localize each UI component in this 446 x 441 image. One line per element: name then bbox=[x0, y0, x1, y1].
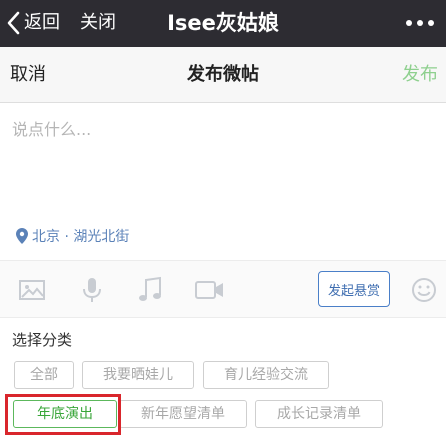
category-tag-all[interactable]: 全部 bbox=[14, 361, 74, 389]
microphone-icon[interactable] bbox=[78, 276, 106, 304]
more-dot bbox=[406, 20, 412, 26]
image-icon[interactable] bbox=[18, 276, 46, 304]
back-button[interactable]: 返回 bbox=[6, 9, 60, 37]
emoji-icon[interactable] bbox=[410, 276, 438, 304]
more-dot bbox=[428, 20, 434, 26]
category-tag-growth-record[interactable]: 成长记录清单 bbox=[255, 400, 383, 428]
category-tag-baby-photos[interactable]: 我要晒娃儿 bbox=[82, 361, 194, 389]
page-title: Isee灰姑娘 bbox=[167, 11, 279, 35]
location-pin-icon bbox=[16, 228, 28, 244]
start-bounty-button[interactable]: 发起悬赏 bbox=[318, 271, 390, 307]
chevron-left-icon bbox=[7, 11, 20, 35]
location-label: 北京 · 湖光北街 bbox=[32, 229, 130, 245]
back-label: 返回 bbox=[24, 12, 60, 33]
compose-title: 发布微帖 bbox=[187, 64, 259, 85]
music-note-icon[interactable] bbox=[136, 276, 164, 304]
category-tag-parenting[interactable]: 育儿经验交流 bbox=[203, 361, 329, 389]
more-icon[interactable] bbox=[402, 10, 438, 36]
cancel-button[interactable]: 取消 bbox=[10, 61, 46, 89]
top-nav-bar: 返回 关闭 Isee灰姑娘 bbox=[0, 0, 446, 47]
category-tag-new-year-wish[interactable]: 新年愿望清单 bbox=[119, 400, 247, 428]
post-content-input[interactable] bbox=[12, 116, 432, 212]
category-section: 选择分类 全部 我要晒娃儿 育儿经验交流 年底演出 新年愿望清单 成长记录清单 bbox=[0, 319, 446, 441]
compose-area: 北京 · 湖光北街 bbox=[0, 104, 446, 260]
location-link[interactable]: 北京 · 湖光北街 bbox=[16, 226, 129, 246]
media-toolbar: 发起悬赏 bbox=[0, 260, 446, 318]
publish-button[interactable]: 发布 bbox=[402, 61, 438, 89]
close-button[interactable]: 关闭 bbox=[80, 9, 116, 37]
category-tag-year-end-show[interactable]: 年底演出 bbox=[13, 400, 117, 428]
compose-header: 取消 发布微帖 发布 bbox=[0, 47, 446, 103]
category-title: 选择分类 bbox=[12, 331, 73, 349]
more-dot bbox=[417, 20, 423, 26]
video-icon[interactable] bbox=[195, 276, 223, 304]
